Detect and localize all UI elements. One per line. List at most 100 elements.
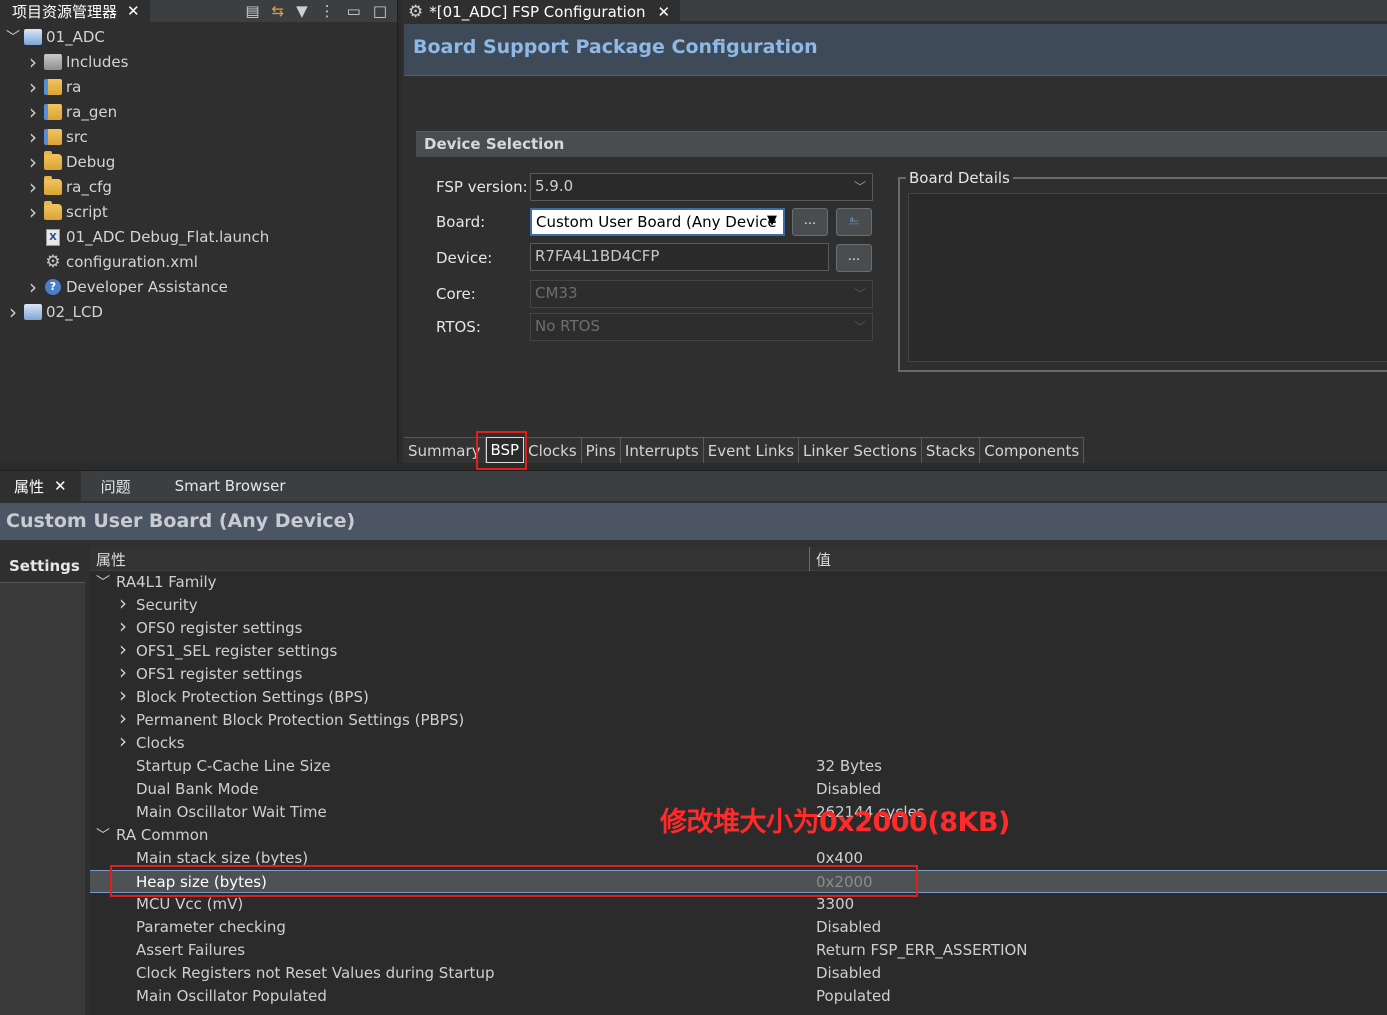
tree-item[interactable]: X 01_ADC Debug_Flat.launch (26, 225, 269, 249)
close-icon[interactable]: ✕ (127, 2, 140, 20)
maximize-icon[interactable]: □ (373, 2, 387, 20)
tab-event-links[interactable]: Event Links (703, 437, 800, 463)
chevron-down-icon[interactable]: ﹀ (96, 825, 110, 845)
tree-item[interactable]: ﹀ 01_ADC (6, 25, 105, 49)
view-menu-icon[interactable]: ⋮ (320, 2, 335, 20)
table-row[interactable]: Clock Registers not Reset Values during … (90, 962, 1387, 985)
chevron-down-icon[interactable]: ﹀ (96, 572, 110, 592)
tab-clocks[interactable]: Clocks (524, 437, 582, 463)
annotation-text: 修改堆大小为0x2000(8KB) (660, 807, 1010, 838)
tab-summary[interactable]: Summary (404, 437, 486, 463)
tree-item[interactable]: › src (26, 125, 88, 149)
device-field[interactable]: R7FA4L1BD4CFP (530, 243, 829, 271)
chevron-right-icon[interactable]: › (26, 175, 40, 199)
filter-icon[interactable]: ▼ (296, 2, 308, 20)
close-icon[interactable]: ✕ (658, 3, 671, 21)
chevron-right-icon[interactable]: › (26, 100, 40, 124)
tab-interrupts[interactable]: Interrupts (620, 437, 704, 463)
table-row[interactable]: Heap size (bytes) 0x2000 (90, 870, 1387, 893)
tab-linker-sections[interactable]: Linker Sections (799, 437, 922, 463)
device-browse-button[interactable]: ... (836, 244, 872, 272)
chevron-right-icon[interactable]: › (26, 75, 40, 99)
minimize-icon[interactable]: ▭ (347, 2, 361, 20)
column-header-value[interactable]: 值 (816, 549, 831, 570)
property-value[interactable]: Disabled (816, 918, 881, 936)
tab-problems[interactable]: 问题 (81, 471, 145, 501)
tree-item[interactable]: › ra (26, 75, 81, 99)
chevron-right-icon[interactable]: › (119, 683, 127, 707)
table-row[interactable]: › OFS1_SEL register settings (90, 637, 1387, 663)
tab-smart-browser[interactable]: Smart Browser (145, 471, 300, 501)
tab-stacks[interactable]: Stacks (921, 437, 981, 463)
chevron-right-icon[interactable]: › (119, 614, 127, 638)
tree-item-label: ra (66, 78, 82, 96)
property-value[interactable]: Disabled (816, 780, 881, 798)
tab-pins[interactable]: Pins (581, 437, 621, 463)
tab-components[interactable]: Components (980, 437, 1085, 463)
tree-item[interactable]: › Includes (26, 50, 128, 74)
table-row[interactable]: › OFS1 register settings (90, 660, 1387, 686)
column-divider[interactable] (809, 547, 810, 571)
board-select[interactable]: Custom User Board (Any Device ▼ (530, 208, 785, 236)
chevron-right-icon[interactable]: › (119, 660, 127, 684)
table-row[interactable]: Parameter checking Disabled (90, 916, 1387, 939)
property-value[interactable]: 0x400 (816, 849, 863, 867)
column-header-property[interactable]: 属性 (96, 549, 126, 570)
tree-item-label: 02_LCD (46, 303, 103, 321)
table-row[interactable]: Dual Bank Mode Disabled (90, 778, 1387, 801)
tree-item[interactable]: ›? Developer Assistance (26, 275, 228, 299)
board-browse-button[interactable]: ... (792, 208, 828, 236)
property-value[interactable]: 3300 (816, 895, 854, 913)
property-value[interactable]: 0x2000 (816, 873, 873, 891)
tab-fsp-configuration[interactable]: ⚙ *[01_ADC] FSP Configuration ✕ (402, 0, 681, 23)
property-value[interactable]: 32 Bytes (816, 757, 882, 775)
tree-item[interactable]: ⚙ configuration.xml (26, 250, 198, 274)
property-value[interactable]: Populated (816, 987, 891, 1005)
table-row[interactable]: › Clocks (90, 729, 1387, 755)
chevron-down-icon: ﹀ (853, 180, 866, 194)
fsp-version-select[interactable]: 5.9.0 ﹀ (530, 173, 873, 201)
chevron-right-icon[interactable]: › (119, 591, 127, 615)
collapse-all-icon[interactable]: ▤ (245, 2, 259, 20)
property-value[interactable]: Return FSP_ERR_ASSERTION (816, 941, 1028, 959)
table-row[interactable]: ﹀ RA4L1 Family (90, 571, 1387, 594)
tab-settings[interactable]: Settings (0, 551, 85, 583)
table-row[interactable]: Assert Failures Return FSP_ERR_ASSERTION (90, 939, 1387, 962)
chevron-right-icon[interactable]: › (119, 637, 127, 661)
chevron-right-icon[interactable]: › (26, 125, 40, 149)
chevron-right-icon[interactable]: › (26, 275, 40, 299)
table-row[interactable]: › Permanent Block Protection Settings (PB… (90, 706, 1387, 732)
tree-item-label: Includes (66, 53, 129, 71)
chevron-down-icon[interactable]: ﹀ (6, 27, 20, 47)
tree-item[interactable]: › script (26, 200, 108, 224)
tab-problems-label: 问题 (100, 477, 131, 496)
table-row[interactable]: MCU Vcc (mV) 3300 (90, 893, 1387, 916)
chevron-right-icon[interactable]: › (119, 706, 127, 730)
tab-properties[interactable]: 属性 ✕ (0, 471, 81, 501)
tab-project-explorer[interactable]: 项目资源管理器 ✕ (0, 0, 150, 22)
table-row[interactable]: › Security (90, 591, 1387, 617)
table-row[interactable]: Main stack size (bytes) 0x400 (90, 847, 1387, 870)
tree-item-label: ra_gen (66, 103, 118, 121)
caret-down-icon: ▼ (767, 213, 777, 228)
tree-item[interactable]: › 02_LCD (6, 300, 103, 324)
table-row[interactable]: › OFS0 register settings (90, 614, 1387, 640)
table-row[interactable]: Main Oscillator Populated Populated (90, 985, 1387, 1008)
chevron-right-icon[interactable]: › (6, 300, 20, 324)
property-value[interactable]: Disabled (816, 964, 881, 982)
chevron-right-icon[interactable]: › (26, 200, 40, 224)
table-row[interactable]: Startup C-Cache Line Size 32 Bytes (90, 755, 1387, 778)
tree-item[interactable]: › ra_cfg (26, 175, 112, 199)
link-with-editor-icon[interactable]: ⇆ (272, 2, 285, 20)
tree-item[interactable]: › ra_gen (26, 100, 117, 124)
close-icon[interactable]: ✕ (54, 477, 67, 495)
chevron-right-icon[interactable]: › (26, 50, 40, 74)
tab-bsp[interactable]: BSP (485, 437, 525, 463)
board-details-title: Board Details (906, 169, 1013, 187)
chevron-right-icon[interactable]: › (26, 150, 40, 174)
tree-item[interactable]: › Debug (26, 150, 115, 174)
table-row[interactable]: › Block Protection Settings (BPS) (90, 683, 1387, 709)
gear-icon: ⚙ (408, 1, 424, 22)
board-import-button[interactable]: ⎁ (836, 208, 872, 236)
chevron-right-icon[interactable]: › (119, 729, 127, 753)
